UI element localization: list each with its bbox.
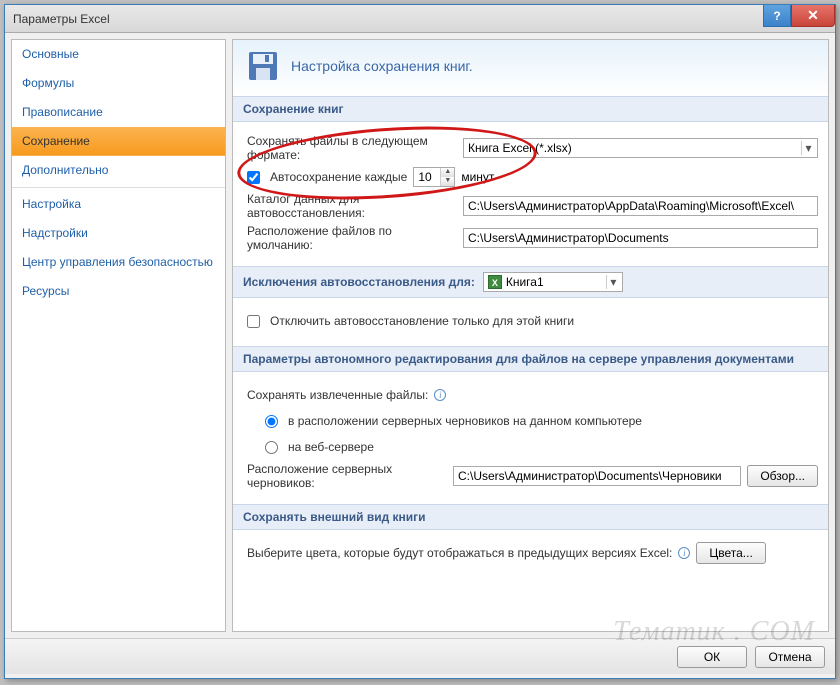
- drafts-dir-input[interactable]: [453, 466, 741, 486]
- spin-up-icon[interactable]: ▲: [441, 168, 454, 177]
- recovery-dir-input[interactable]: [463, 196, 818, 216]
- chevron-down-icon: ▾: [606, 275, 620, 289]
- sidebar-item-proofing[interactable]: Правописание: [12, 98, 225, 127]
- appearance-text: Выберите цвета, которые будут отображать…: [247, 546, 672, 560]
- info-icon[interactable]: i: [678, 547, 690, 559]
- exception-book-value: Книга1: [506, 275, 544, 289]
- autosave-checkbox[interactable]: [247, 171, 260, 184]
- file-format-dropdown[interactable]: Книга Excel (*.xlsx) ▾: [463, 138, 818, 158]
- location-local-radio[interactable]: [265, 415, 278, 428]
- sidebar-item-save[interactable]: Сохранение: [12, 127, 225, 156]
- autosave-unit: минут: [461, 170, 494, 184]
- autosave-interval-value[interactable]: [414, 168, 440, 186]
- excel-file-icon: X: [488, 275, 502, 289]
- file-format-value: Книга Excel (*.xlsx): [468, 141, 572, 155]
- autosave-label: Автосохранение каждые: [270, 170, 407, 184]
- sidebar-item-advanced[interactable]: Дополнительно: [12, 156, 225, 185]
- save-disk-icon: [247, 50, 279, 82]
- close-button[interactable]: ✕: [791, 5, 835, 27]
- dialog-footer: ОК Отмена: [5, 638, 835, 674]
- sidebar-item-trustcenter[interactable]: Центр управления безопасностью: [12, 248, 225, 277]
- sidebar-item-customize[interactable]: Настройка: [12, 190, 225, 219]
- colors-button[interactable]: Цвета...: [696, 542, 765, 564]
- drafts-dir-label: Расположение серверных черновиков:: [247, 462, 447, 490]
- disable-autorecovery-checkbox[interactable]: [247, 315, 260, 328]
- disable-autorecovery-label: Отключить автовосстановление только для …: [270, 314, 574, 328]
- spin-down-icon[interactable]: ▼: [441, 177, 454, 186]
- recovery-dir-label: Каталог данных для автовосстановления:: [247, 192, 457, 220]
- banner-text: Настройка сохранения книг.: [291, 58, 473, 74]
- autosave-interval-spinner[interactable]: ▲▼: [413, 167, 455, 187]
- cancel-button[interactable]: Отмена: [755, 646, 825, 668]
- extracted-files-label: Сохранять извлеченные файлы:: [247, 388, 428, 402]
- content-pane: Настройка сохранения книг. Сохранение кн…: [232, 39, 829, 632]
- chevron-down-icon: ▾: [801, 141, 815, 155]
- sidebar-item-resources[interactable]: Ресурсы: [12, 277, 225, 306]
- location-local-label: в расположении серверных черновиков на д…: [288, 414, 642, 428]
- format-label: Сохранять файлы в следующем формате:: [247, 134, 457, 162]
- titlebar[interactable]: Параметры Excel ? ✕: [5, 5, 835, 33]
- section-save-books-header: Сохранение книг: [233, 96, 828, 122]
- page-banner: Настройка сохранения книг.: [233, 40, 828, 96]
- sidebar-item-general[interactable]: Основные: [12, 40, 225, 69]
- section-offline-header: Параметры автономного редактирования для…: [233, 346, 828, 372]
- window-title: Параметры Excel: [13, 12, 110, 26]
- default-dir-input[interactable]: [463, 228, 818, 248]
- ok-button[interactable]: ОК: [677, 646, 747, 668]
- options-dialog: Параметры Excel ? ✕ Основные Формулы Пра…: [4, 4, 836, 679]
- section-exceptions-header: Исключения автовосстановления для: XКниг…: [233, 266, 828, 298]
- info-icon[interactable]: i: [434, 389, 446, 401]
- sidebar-item-formulas[interactable]: Формулы: [12, 69, 225, 98]
- browse-button[interactable]: Обзор...: [747, 465, 818, 487]
- location-webserver-radio[interactable]: [265, 441, 278, 454]
- default-dir-label: Расположение файлов по умолчанию:: [247, 224, 457, 252]
- help-button[interactable]: ?: [763, 5, 791, 27]
- exception-book-dropdown[interactable]: X Книга1 ▾: [483, 272, 623, 292]
- location-webserver-label: на веб-сервере: [288, 440, 374, 454]
- section-appearance-header: Сохранять внешний вид книги: [233, 504, 828, 530]
- category-sidebar: Основные Формулы Правописание Сохранение…: [11, 39, 226, 632]
- sidebar-item-addins[interactable]: Надстройки: [12, 219, 225, 248]
